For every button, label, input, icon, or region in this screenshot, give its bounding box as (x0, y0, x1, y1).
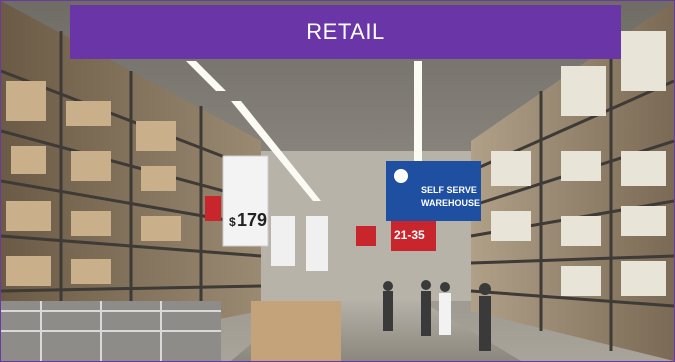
red-sign-small (205, 196, 221, 221)
red-sign-mid (356, 226, 376, 246)
blue-sign-logo (394, 169, 408, 183)
white-sign-1 (271, 216, 295, 266)
red-aisle-number: 21-35 (394, 228, 425, 242)
price-left-currency: $ (229, 215, 236, 229)
price-sign-left (222, 155, 269, 247)
foreground-boxes (251, 301, 341, 361)
white-sign-2 (306, 216, 328, 271)
blue-sign-line1: SELF SERVE (421, 185, 477, 195)
image-frame: $ 179 SELF SERVE WAREHOUSE 21-35 RETAIL (0, 0, 675, 362)
blue-sign-line2: WAREHOUSE (421, 198, 480, 208)
retail-banner: RETAIL (70, 5, 621, 59)
banner-title: RETAIL (306, 19, 385, 44)
price-left-value: 179 (237, 210, 267, 230)
